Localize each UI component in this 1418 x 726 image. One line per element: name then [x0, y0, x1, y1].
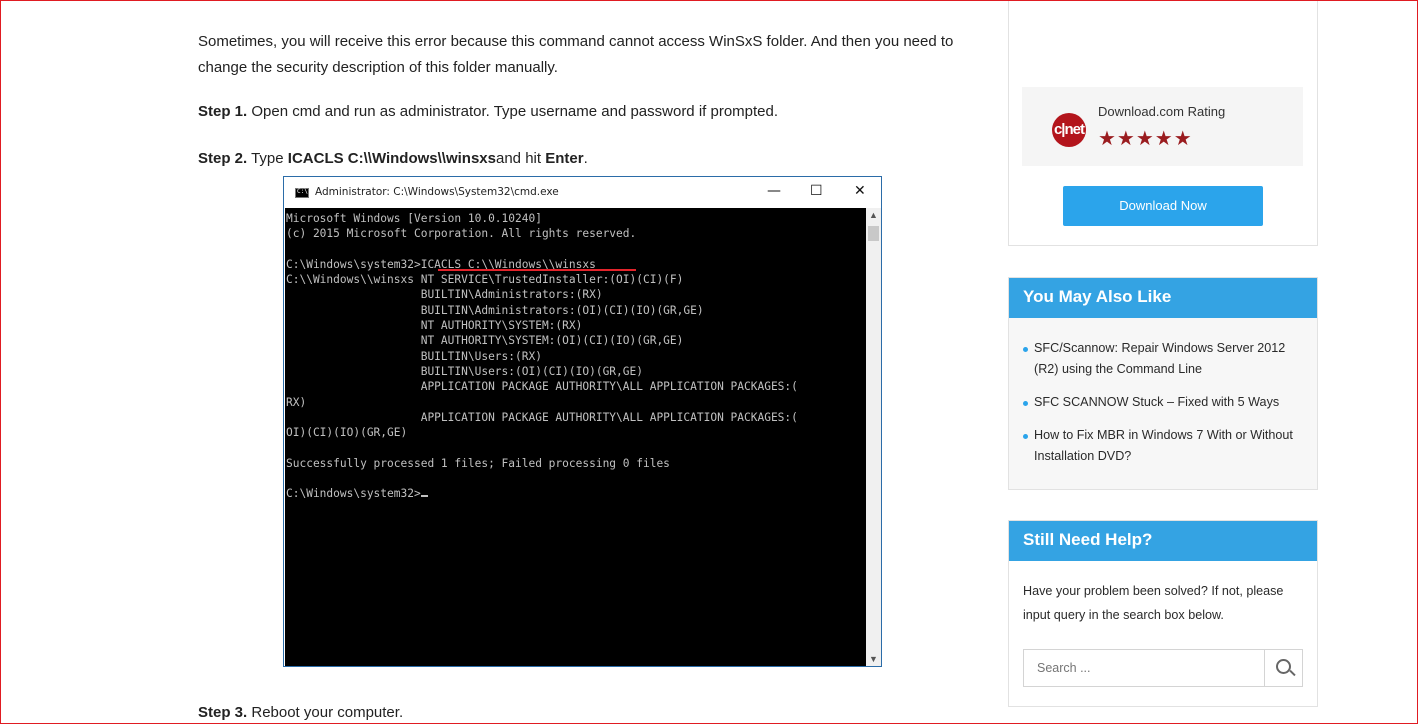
minimize-icon: — — [767, 183, 781, 199]
related-link[interactable]: SFC/Scannow: Repair Windows Server 2012 … — [1023, 338, 1308, 380]
cmd-cursor — [420, 495, 428, 498]
download-now-button[interactable]: Download Now — [1063, 186, 1263, 226]
rating-stars: ★★★★★ — [1098, 128, 1193, 150]
help-title: Still Need Help? — [1009, 521, 1317, 561]
cmd-output: Microsoft Windows [Version 10.0.10240] (… — [286, 212, 798, 501]
step-1: Step 1. Open cmd and run as administrato… — [198, 99, 778, 125]
still-need-help-panel: Still Need Help? Have your problem been … — [1008, 520, 1318, 707]
related-links-list: SFC/Scannow: Repair Windows Server 2012 … — [1023, 338, 1308, 479]
step-3-label: Step 3. — [198, 704, 248, 721]
close-icon: ✕ — [854, 183, 866, 199]
step-1-text: Open cmd and run as administrator. Type … — [247, 103, 779, 120]
step-3: Step 3. Reboot your computer. — [198, 700, 403, 726]
step-2-label: Step 2. — [198, 150, 248, 167]
step-2: Step 2. Type ICACLS C:\\Windows\\winsxsa… — [198, 146, 588, 172]
cmd-console: Microsoft Windows [Version 10.0.10240] (… — [285, 208, 867, 666]
step-2-command: ICACLS C:\\Windows\\winsxs — [287, 150, 496, 167]
maximize-icon: ☐ — [810, 183, 823, 199]
search-input[interactable] — [1035, 660, 1259, 676]
cmd-title: Administrator: C:\Windows\System32\cmd.e… — [315, 186, 559, 198]
step-2-end: . — [583, 150, 588, 167]
step-1-label: Step 1. — [198, 103, 248, 120]
help-text: Have your problem been solved? If not, p… — [1023, 584, 1284, 622]
search-button[interactable] — [1264, 650, 1302, 686]
step-2-mid: and hit — [496, 150, 546, 167]
step-2-key: Enter — [545, 150, 584, 167]
cmd-scrollbar: ▲ ▼ — [866, 208, 881, 666]
you-may-also-like-panel: You May Also Like SFC/Scannow: Repair Wi… — [1008, 277, 1318, 490]
command-underline — [438, 269, 636, 271]
article-intro: Sometimes, you will receive this error b… — [198, 33, 954, 76]
step-3-text: Reboot your computer. — [247, 704, 404, 721]
search-icon — [1276, 659, 1291, 674]
related-link[interactable]: SFC SCANNOW Stuck – Fixed with 5 Ways — [1023, 392, 1308, 413]
scroll-up-icon: ▲ — [869, 210, 878, 220]
scroll-down-icon: ▼ — [869, 654, 878, 664]
scroll-thumb — [868, 226, 879, 241]
cmd-icon — [295, 188, 309, 198]
also-like-title: You May Also Like — [1009, 278, 1317, 318]
rating-label: Download.com Rating — [1098, 104, 1226, 119]
cnet-logo: c|net — [1052, 113, 1086, 147]
cmd-title-bar: Administrator: C:\Windows\System32\cmd.e… — [284, 177, 881, 208]
search-box — [1023, 649, 1303, 687]
cmd-window-screenshot: Administrator: C:\Windows\System32\cmd.e… — [283, 176, 882, 667]
step-2-pre: Type — [247, 150, 288, 167]
related-link[interactable]: How to Fix MBR in Windows 7 With or With… — [1023, 425, 1308, 467]
